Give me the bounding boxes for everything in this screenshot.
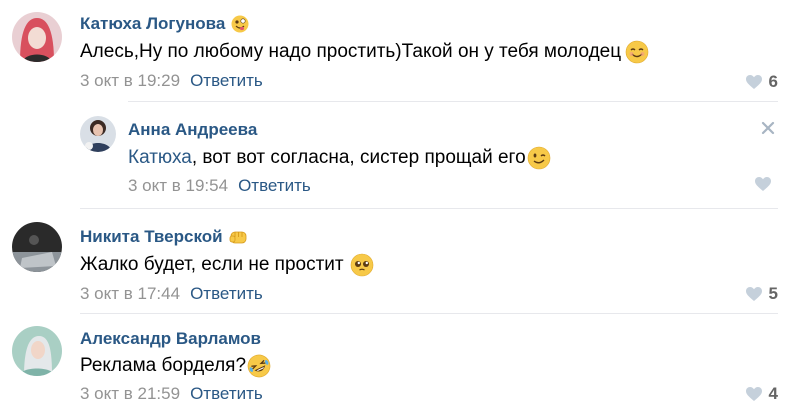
like-button[interactable]: 6 [745, 72, 778, 92]
comment-item: Никита Тверской Жалко будет, если не про… [0, 209, 790, 309]
like-button[interactable]: 5 [745, 284, 778, 304]
like-button[interactable] [754, 176, 778, 192]
comment-meta: 3 окт в 17:44 Ответить [80, 284, 263, 304]
heart-icon [745, 75, 762, 89]
author-name[interactable]: Никита Тверской [80, 227, 249, 247]
pleading-face-icon [350, 253, 374, 277]
avatar[interactable] [80, 116, 116, 152]
like-count: 5 [768, 284, 778, 303]
reply-button[interactable]: Ответить [238, 176, 311, 195]
reply-button[interactable]: Ответить [190, 384, 263, 403]
comment-text: Катюха, вот вот согласна, систер прощай … [128, 146, 551, 170]
comment-item: Катюха Логунова Алесь,Ну по любому надо … [0, 0, 790, 100]
comment-item: Анна Андреева Катюха, вот вот согласна, … [0, 102, 790, 202]
comment-item: Александр Варламов Реклама борделя? 3 ок… [0, 314, 790, 420]
rolling-laughing-face-icon [247, 354, 271, 378]
comment-text: Алесь,Ну по любому надо простить)Такой о… [80, 40, 649, 64]
comment-meta: 3 окт в 19:29 Ответить [80, 71, 263, 91]
avatar[interactable] [12, 222, 62, 272]
comment-meta: 3 окт в 21:59 Ответить [80, 384, 263, 404]
avatar[interactable] [12, 326, 62, 376]
author-name[interactable]: Катюха Логунова [80, 14, 249, 34]
like-button[interactable]: 4 [745, 384, 778, 404]
comment-text: Реклама борделя? [80, 354, 271, 378]
comment-date[interactable]: 3 окт в 19:29 [80, 71, 180, 90]
like-count: 4 [768, 384, 778, 403]
reply-button[interactable]: Ответить [190, 71, 263, 90]
avatar[interactable] [12, 12, 62, 62]
mention-link[interactable]: Катюха [128, 147, 192, 169]
comment-text: Жалко будет, если не простит [80, 253, 374, 277]
like-count: 6 [768, 72, 778, 91]
heart-icon [755, 177, 771, 191]
heart-icon [745, 387, 762, 401]
comment-meta: 3 окт в 19:54 Ответить [128, 176, 311, 196]
oncoming-fist-icon [229, 228, 249, 246]
comment-date[interactable]: 3 окт в 21:59 [80, 384, 180, 403]
smiling-face-icon [625, 40, 649, 64]
zany-face-icon [231, 15, 249, 33]
winking-face-icon [527, 146, 551, 170]
reply-button[interactable]: Ответить [190, 284, 263, 303]
author-name[interactable]: Анна Андреева [128, 120, 257, 140]
comment-date[interactable]: 3 окт в 19:54 [128, 176, 228, 195]
close-icon[interactable] [761, 121, 775, 140]
comment-date[interactable]: 3 окт в 17:44 [80, 284, 180, 303]
author-name[interactable]: Александр Варламов [80, 329, 261, 349]
heart-icon [745, 287, 762, 301]
